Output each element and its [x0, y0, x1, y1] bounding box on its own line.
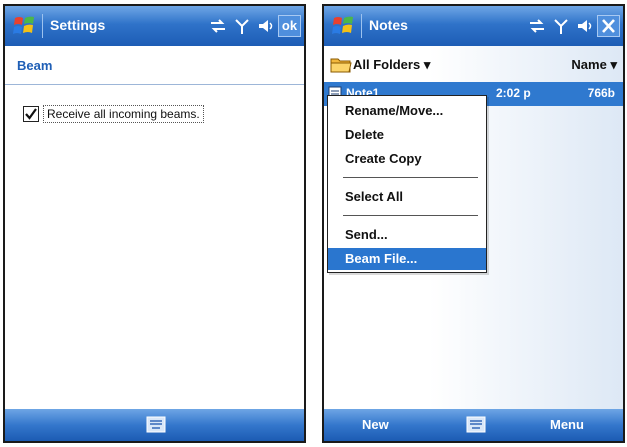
notes-command-bar: New Menu: [324, 409, 623, 441]
sort-dropdown[interactable]: Name ▾: [571, 57, 617, 73]
notes-title-bar: Notes: [324, 6, 623, 46]
connectivity-icon[interactable]: [209, 17, 227, 35]
menu-separator: [343, 177, 478, 178]
note-time: 2:02 p: [496, 86, 531, 100]
close-button[interactable]: [597, 15, 620, 37]
section-divider: [5, 84, 304, 85]
menu-softkey[interactable]: Menu: [550, 417, 584, 432]
section-title: Beam: [17, 58, 53, 73]
folder-dropdown[interactable]: All Folders ▾: [353, 57, 430, 73]
title-separator: [42, 14, 43, 38]
speaker-icon[interactable]: [257, 17, 275, 35]
close-icon: [602, 19, 615, 33]
menu-item-create-copy[interactable]: Create Copy: [328, 148, 486, 170]
keyboard-icon[interactable]: [466, 416, 486, 433]
notes-screen: Notes All Folders ▾ Name ▾ Note1 2:02 p …: [322, 4, 625, 443]
windows-flag-icon[interactable]: [13, 14, 37, 38]
sort-dropdown-label: Name: [571, 57, 607, 72]
folder-toolbar: All Folders ▾ Name ▾: [324, 48, 623, 80]
settings-screen: Settings ok Beam Receive all incoming be…: [3, 4, 306, 443]
menu-item-beam-file[interactable]: Beam File...: [328, 248, 486, 270]
speaker-icon[interactable]: [576, 17, 594, 35]
menu-item-delete[interactable]: Delete: [328, 124, 486, 146]
chevron-down-icon: ▾: [610, 57, 617, 72]
settings-command-bar: [5, 409, 304, 441]
connectivity-icon[interactable]: [528, 17, 546, 35]
antenna-icon[interactable]: [552, 17, 570, 35]
folder-icon[interactable]: [330, 54, 352, 74]
antenna-icon[interactable]: [233, 17, 251, 35]
settings-title: Settings: [50, 17, 106, 33]
menu-item-send[interactable]: Send...: [328, 224, 486, 246]
notes-title: Notes: [369, 17, 408, 33]
menu-item-rename-move[interactable]: Rename/Move...: [328, 100, 486, 122]
ok-button[interactable]: ok: [278, 15, 301, 37]
receive-beams-label[interactable]: Receive all incoming beams.: [43, 105, 204, 123]
title-separator: [361, 14, 362, 38]
menu-separator: [343, 215, 478, 216]
context-menu: Rename/Move... Delete Create Copy Select…: [327, 95, 487, 273]
settings-title-bar: Settings ok: [5, 6, 304, 46]
note-size: 766b: [587, 86, 615, 100]
menu-item-select-all[interactable]: Select All: [328, 186, 486, 208]
receive-beams-option[interactable]: Receive all incoming beams.: [23, 104, 204, 124]
chevron-down-icon: ▾: [423, 57, 431, 72]
new-softkey[interactable]: New: [362, 417, 389, 432]
windows-flag-icon[interactable]: [332, 14, 356, 38]
folder-dropdown-label: All Folders: [353, 57, 421, 72]
receive-beams-checkbox[interactable]: [23, 106, 39, 122]
keyboard-icon[interactable]: [146, 416, 166, 433]
checkmark-icon: [25, 108, 37, 120]
